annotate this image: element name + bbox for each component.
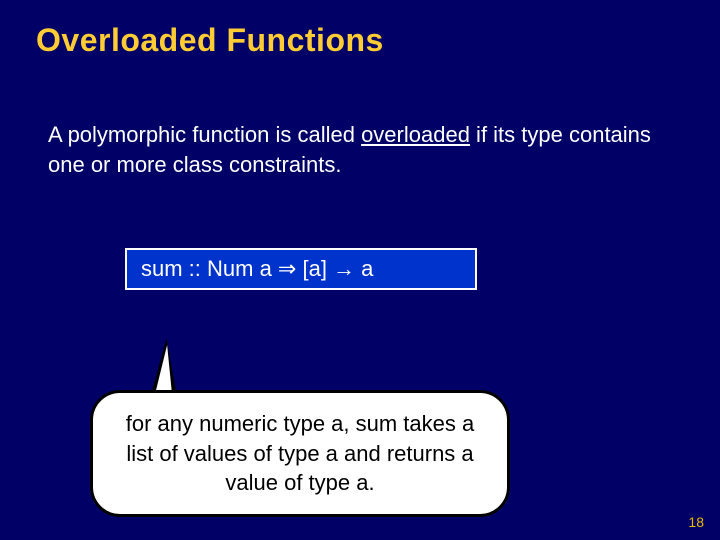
- code-sum: sum :: Num a: [141, 256, 278, 282]
- body-text: A polymorphic function is called overloa…: [48, 120, 668, 179]
- slide-title: Overloaded Functions: [36, 22, 384, 59]
- fat-arrow-icon: ⇒: [278, 256, 296, 282]
- code-a: a: [355, 256, 373, 282]
- type-signature-box: sum :: Num a ⇒ [a] → a: [125, 248, 477, 290]
- callout-box: for any numeric type a, sum takes a list…: [90, 390, 510, 517]
- arrow-icon: →: [333, 256, 355, 282]
- page-number: 18: [688, 514, 704, 530]
- body-overloaded-word: overloaded: [361, 122, 470, 147]
- body-pre: A polymorphic function is called: [48, 122, 361, 147]
- code-lista: [a]: [296, 256, 333, 282]
